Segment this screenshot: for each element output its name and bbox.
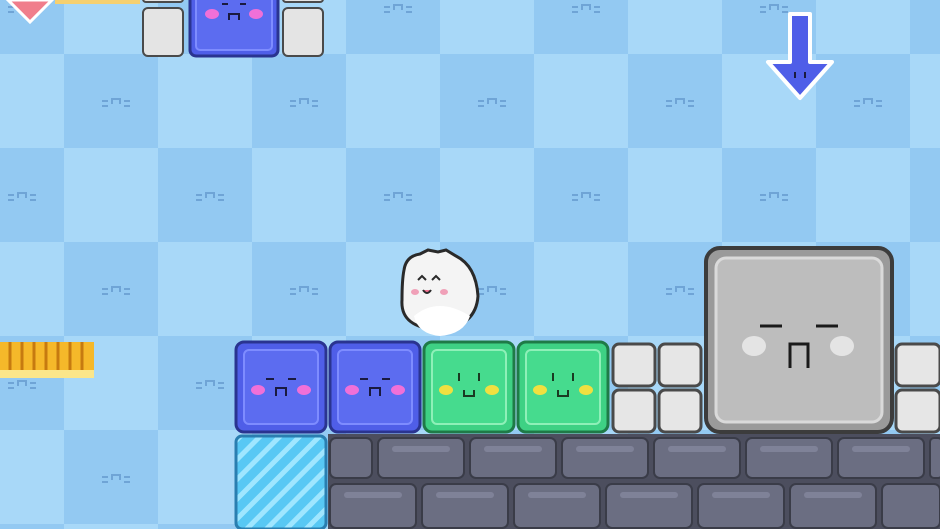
small-gray-block (282, 0, 324, 3)
small-gray-block (657, 342, 703, 388)
green-face-block (516, 340, 610, 434)
stone-brick-floor (328, 434, 940, 529)
blue-face-block (328, 340, 422, 434)
game-scene (0, 0, 940, 529)
blue-face-block (188, 0, 280, 58)
top-block-cluster (142, 0, 324, 58)
small-gray-block (611, 388, 657, 434)
small-gray-block (142, 7, 184, 57)
small-gray-block (611, 342, 657, 388)
small-gray-block (657, 388, 703, 434)
small-gray-block (282, 7, 324, 57)
yellow-spring-pad (0, 342, 94, 378)
level-canvas (0, 0, 940, 529)
big-gray-face-block (704, 246, 894, 434)
ice-block (234, 434, 328, 529)
green-face-block (422, 340, 516, 434)
small-gray-block (894, 342, 940, 388)
top-spring-strip (55, 0, 140, 4)
small-gray-block (142, 0, 184, 3)
blue-face-block (234, 340, 328, 434)
small-gray-block (894, 388, 940, 434)
